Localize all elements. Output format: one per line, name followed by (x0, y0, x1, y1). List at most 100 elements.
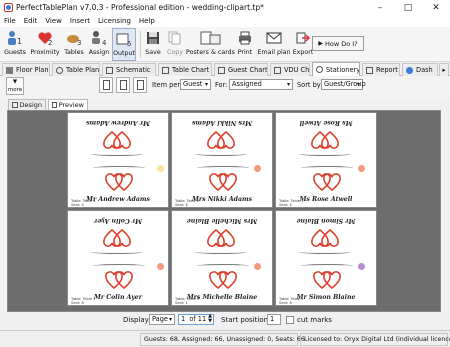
guest-name-inverted: Mrs Nikki Adams (192, 119, 252, 126)
table-plan-icon (56, 66, 63, 74)
save-design-button[interactable] (133, 77, 147, 93)
close-button[interactable]: ✕ (422, 0, 450, 15)
place-card: Mr Simon Blaine Mr Simon Blaine Table: T… (275, 210, 377, 306)
envelope-icon (266, 28, 282, 48)
hearts-icon (209, 271, 237, 289)
tab-guest-chart[interactable]: Guest Chart (214, 63, 268, 76)
tab-floor-plan[interactable]: Floor Plan (2, 63, 50, 76)
posters-cards-button[interactable]: Posters & cards (186, 28, 235, 61)
assign-icon: 4 (90, 28, 108, 48)
posters-cards-icon (200, 28, 222, 48)
minimize-button[interactable]: – (366, 0, 394, 15)
group-color-dot (254, 263, 261, 270)
email-plan-button[interactable]: Email plan (257, 28, 291, 61)
page-field[interactable]: 1 of 11 ▲ ▼ (178, 314, 214, 325)
sort-by-select[interactable]: Guest/Group (321, 79, 366, 90)
tab-vdu-chart[interactable]: VDU Chart (270, 63, 310, 76)
flourish-ornament (299, 250, 351, 254)
flourish-ornament (197, 264, 249, 268)
document-icon (103, 80, 110, 90)
output-icon: 5 (115, 29, 133, 49)
maximize-button[interactable]: □ (394, 0, 422, 15)
menu-view[interactable]: View (45, 17, 62, 25)
stationery-icon (316, 66, 323, 73)
hearts-icon (311, 131, 339, 149)
tables-button[interactable]: 3 Tables (63, 28, 85, 61)
proximity-button[interactable]: 2 Proximity (30, 28, 60, 61)
save-button[interactable]: Save (143, 28, 163, 61)
open-design-button[interactable] (116, 77, 130, 93)
preview-controls: Display: Page 1 of 11 ▲▼ Start position:… (0, 312, 450, 328)
tab-table-chart[interactable]: Table Chart (158, 63, 212, 76)
tab-table-plan[interactable]: Table Plan (52, 63, 100, 76)
place-card: Ms Rose Atwell Ms Rose Atwell Table: Tab… (275, 112, 377, 208)
export-button[interactable]: Export (293, 28, 313, 61)
how-do-i-button[interactable]: ▶ How Do I? (312, 36, 364, 51)
guest-chart-icon (218, 66, 225, 74)
copy-button[interactable]: Copy (165, 28, 185, 61)
group-color-dot (157, 165, 164, 172)
chevron-right-icon: ▸ (442, 66, 446, 74)
menu-insert[interactable]: Insert (70, 17, 90, 25)
toolbar: 1 Guests 2 Proximity 3 Tables 4 Assign 5… (0, 27, 450, 62)
for-select[interactable]: Assigned (229, 79, 293, 90)
display-select[interactable]: Page (149, 314, 175, 325)
hearts-icon (311, 229, 339, 247)
more-button[interactable]: ▼ more (6, 77, 24, 95)
place-card: Mrs Michelle Blaine Mrs Michelle Blaine … (171, 210, 273, 306)
item-per-select[interactable]: Guest (180, 79, 211, 90)
cut-marks-checkbox[interactable] (286, 316, 294, 324)
proximity-icon: 2 (36, 28, 54, 48)
svg-text:3: 3 (77, 39, 81, 46)
guest-name-inverted: Mr Colin Ayer (94, 217, 143, 224)
place-card-back: Mr Colin Ayer (68, 211, 168, 259)
vdu-chart-icon (274, 66, 281, 74)
guest-name-inverted: Mr Simon Blaine (296, 217, 356, 224)
license-status: Licensed to: Oryx Digital Ltd (individua… (300, 333, 450, 346)
assign-button[interactable]: 4 Assign (88, 28, 110, 61)
start-position-field[interactable]: 1 (267, 314, 281, 325)
flourish-ornament (91, 250, 143, 254)
print-button[interactable]: Print (236, 28, 254, 61)
output-button[interactable]: 5 Output (112, 28, 136, 61)
flourish-ornament (301, 166, 353, 170)
hearts-icon (313, 173, 341, 191)
guests-button[interactable]: 1 Guests (3, 28, 27, 61)
tab-scroll-right[interactable]: ▸ (439, 63, 449, 76)
tab-design[interactable]: Design (8, 99, 46, 110)
menu-edit[interactable]: Edit (24, 17, 38, 25)
preview-canvas[interactable]: Mr Andrew Adams Mr Andrew Adams Table: T… (7, 110, 441, 312)
stationery-options: ▼ more Item per: Guest For: Assigned Sor… (0, 76, 450, 98)
flourish-ornament (195, 152, 247, 156)
guest-counts-status: Guests: 68, Assigned: 66, Unassigned: 0,… (140, 333, 305, 346)
flourish-ornament (91, 152, 143, 156)
tab-preview[interactable]: Preview (48, 99, 88, 110)
cut-marks-label: cut marks (297, 316, 332, 324)
svg-text:5: 5 (127, 40, 131, 47)
hearts-icon (209, 173, 237, 191)
group-color-dot (157, 263, 164, 270)
copy-icon (168, 28, 182, 48)
tab-schematic[interactable]: Schematic (102, 63, 156, 76)
tab-stationery[interactable]: Stationery (312, 62, 360, 76)
tab-report[interactable]: Report (362, 63, 400, 76)
play-icon: ▶ (318, 40, 323, 47)
flourish-ornament (299, 152, 351, 156)
menu-licensing[interactable]: Licensing (98, 17, 131, 25)
hearts-icon (207, 131, 235, 149)
hearts-icon (105, 173, 133, 191)
svg-text:1: 1 (17, 37, 22, 46)
dashboard-icon (406, 66, 413, 74)
menu-help[interactable]: Help (139, 17, 155, 25)
place-card-back: Mrs Nikki Adams (172, 113, 272, 161)
tab-dashboard[interactable]: Dash (402, 63, 438, 76)
tables-icon: 3 (65, 28, 83, 48)
group-color-dot (358, 263, 365, 270)
table-seat-info: Table: Table 4 Seat: 8 (175, 199, 200, 207)
svg-text:2: 2 (48, 39, 52, 46)
place-card-back: Mr Andrew Adams (68, 113, 168, 161)
menu-file[interactable]: File (4, 17, 16, 25)
start-position-label: Start position: (221, 316, 271, 324)
hearts-icon (103, 229, 131, 247)
new-design-button[interactable] (99, 77, 113, 93)
